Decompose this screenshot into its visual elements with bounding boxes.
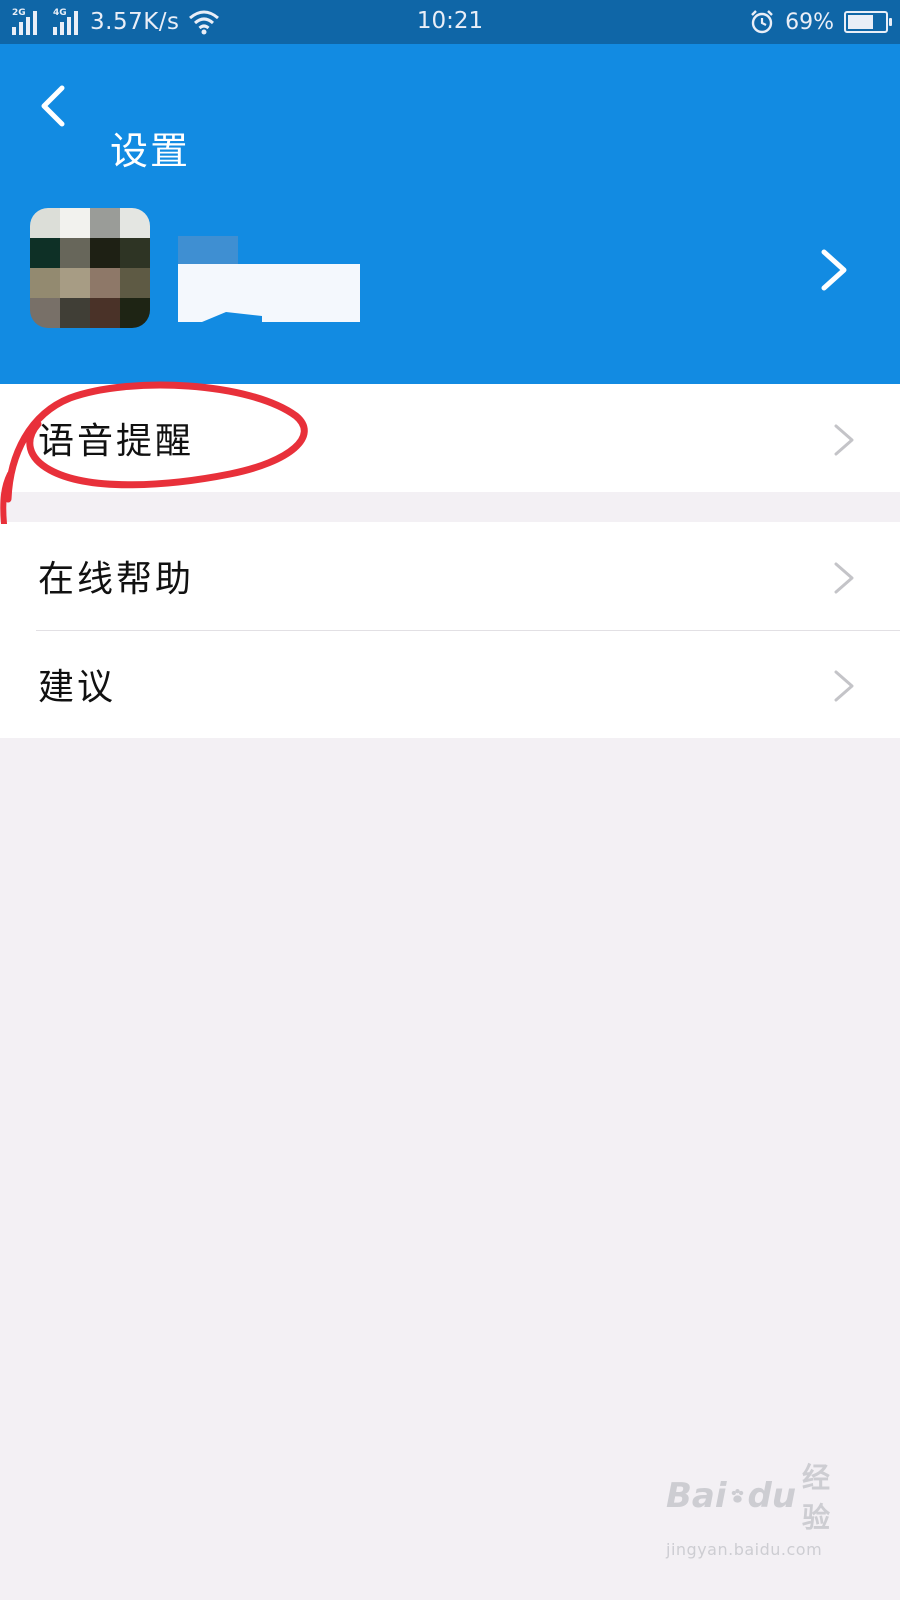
settings-item-label: 语音提醒 <box>38 421 195 462</box>
avatar[interactable] <box>30 208 150 328</box>
settings-item-voice-reminder[interactable]: 语音提醒 <box>0 384 900 492</box>
status-bar: 2G 4G 3.57K/s 10:21 69% <box>0 0 900 44</box>
paw-icon <box>731 1489 743 1503</box>
settings-item-suggestions[interactable]: 建议 <box>0 630 900 738</box>
chevron-right-icon <box>834 424 854 456</box>
battery-percent: 69% <box>785 9 834 35</box>
back-button[interactable] <box>28 76 78 132</box>
battery-level <box>848 15 873 29</box>
watermark-site: jingyan.baidu.com <box>666 1540 823 1559</box>
settings-group-2: 在线帮助 建议 <box>0 522 900 738</box>
battery-icon <box>844 11 892 33</box>
username-redacted <box>178 236 360 326</box>
profile-row[interactable] <box>0 204 900 334</box>
baidu-logo: Bai du 经验 <box>666 1461 831 1534</box>
settings-header: 设置 <box>0 44 900 384</box>
settings-item-label: 在线帮助 <box>38 559 195 600</box>
status-right: 69% <box>749 0 892 44</box>
baidu-jingyan-watermark: Bai du 经验 jingyan.baidu.com <box>666 1456 836 1559</box>
settings-screen: 2G 4G 3.57K/s 10:21 69% 设置 语音提醒 在线帮助 建议 … <box>0 0 900 1600</box>
settings-item-label: 建议 <box>38 667 117 708</box>
alarm-icon <box>751 10 773 34</box>
page-title: 设置 <box>110 129 191 173</box>
chevron-right-icon <box>834 562 854 594</box>
settings-group-1: 语音提醒 <box>0 384 900 492</box>
chevron-left-icon <box>41 85 65 127</box>
profile-chevron-icon[interactable] <box>816 244 852 296</box>
chevron-right-icon <box>834 670 854 702</box>
settings-item-online-help[interactable]: 在线帮助 <box>0 522 900 630</box>
